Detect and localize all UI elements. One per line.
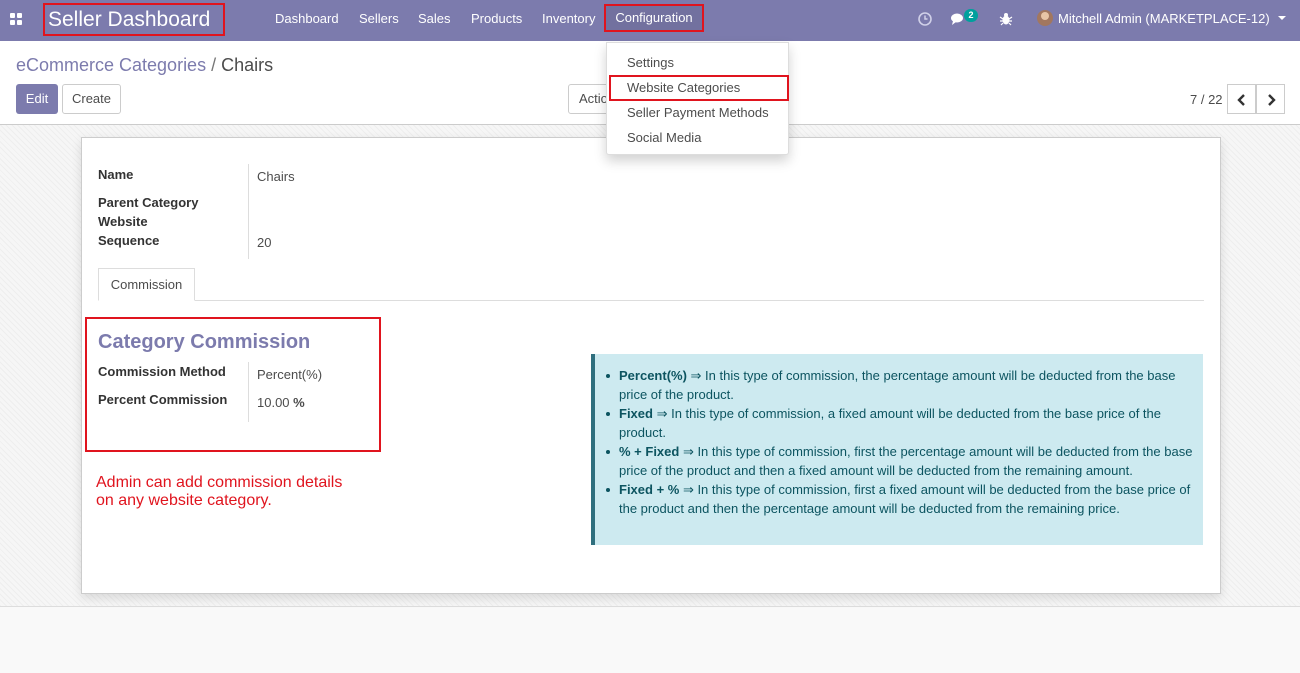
caret-down-icon[interactable] xyxy=(1278,16,1286,20)
user-avatar[interactable] xyxy=(1037,10,1053,26)
info-text: ⇒ In this type of commission, first the … xyxy=(619,444,1193,478)
field-separator xyxy=(248,164,249,259)
info-text: ⇒ In this type of commission, the percen… xyxy=(619,368,1176,402)
name-value: Chairs xyxy=(257,169,295,184)
percent-commission-label: Percent Commission xyxy=(98,392,228,407)
create-button[interactable]: Create xyxy=(62,84,121,114)
clock-icon[interactable] xyxy=(917,11,933,27)
info-item-fixed: Fixed ⇒ In this type of commission, a fi… xyxy=(606,404,1197,442)
bug-icon[interactable] xyxy=(998,11,1014,27)
menu-products[interactable]: Products xyxy=(471,0,522,41)
form-sheet: Name Chairs Parent Category Website Sequ… xyxy=(81,137,1221,594)
commission-info-box: Percent(%) ⇒ In this type of commission,… xyxy=(591,354,1203,545)
info-term: Fixed xyxy=(619,406,653,421)
info-text: ⇒ In this type of commission, a fixed am… xyxy=(619,406,1162,440)
sequence-label: Sequence xyxy=(98,233,160,248)
info-item-percent: Percent(%) ⇒ In this type of commission,… xyxy=(606,366,1197,404)
configuration-dropdown: Settings Website Categories Seller Payme… xyxy=(606,42,789,155)
name-label: Name xyxy=(98,167,134,182)
menu-configuration[interactable]: Configuration xyxy=(604,4,704,32)
info-term: Fixed + % xyxy=(619,482,680,497)
menu-dashboard[interactable]: Dashboard xyxy=(275,0,339,41)
parent-category-label: Parent Category xyxy=(98,195,199,210)
percent-unit: % xyxy=(293,395,305,410)
pager-next-button[interactable] xyxy=(1256,84,1285,114)
info-term: Percent(%) xyxy=(619,368,687,383)
chat-badge: 2 xyxy=(964,9,978,22)
info-item-fixed-percent: Fixed + % ⇒ In this type of commission, … xyxy=(606,480,1197,518)
apps-icon[interactable] xyxy=(10,13,23,26)
percent-amount: 10.00 xyxy=(257,395,290,410)
commission-info-list: Percent(%) ⇒ In this type of commission,… xyxy=(606,366,1197,518)
user-menu[interactable]: Mitchell Admin (MARKETPLACE-12) xyxy=(1058,11,1270,26)
commission-method-label: Commission Method xyxy=(98,364,226,379)
top-navbar: Seller Dashboard Dashboard Sellers Sales… xyxy=(0,0,1300,41)
annotation-note: Admin can add commission details on any … xyxy=(96,474,396,510)
tabs-divider xyxy=(98,300,1204,301)
pager-value[interactable]: 7 / 22 xyxy=(1190,92,1223,107)
tab-commission[interactable]: Commission xyxy=(98,268,195,301)
menu-item-settings[interactable]: Settings xyxy=(627,55,674,70)
annotation-line-1: Admin can add commission details xyxy=(96,474,343,491)
chevron-right-icon xyxy=(1268,94,1276,106)
info-term: % + Fixed xyxy=(619,444,680,459)
menu-item-social-media[interactable]: Social Media xyxy=(627,130,701,145)
breadcrumb-separator: / xyxy=(211,55,217,75)
menu-item-seller-payment-methods[interactable]: Seller Payment Methods xyxy=(627,105,769,120)
commission-method-value: Percent(%) xyxy=(257,367,323,382)
section-title: Category Commission xyxy=(98,331,311,353)
breadcrumb-parent[interactable]: eCommerce Categories xyxy=(16,55,206,75)
website-label: Website xyxy=(98,214,148,229)
menu-sellers[interactable]: Sellers xyxy=(359,0,399,41)
info-item-percent-fixed: % + Fixed ⇒ In this type of commission, … xyxy=(606,442,1197,480)
menu-sales[interactable]: Sales xyxy=(418,0,451,41)
commission-separator xyxy=(248,362,249,422)
edit-button[interactable]: Edit xyxy=(16,84,58,114)
breadcrumb-current: Chairs xyxy=(221,55,274,75)
percent-commission-value: 10.00 % xyxy=(257,395,305,410)
chevron-left-icon xyxy=(1237,94,1245,106)
website-categories-highlight xyxy=(609,75,789,101)
brand-title[interactable]: Seller Dashboard xyxy=(43,3,225,36)
breadcrumb: eCommerce Categories / Chairs xyxy=(16,55,273,76)
sequence-value: 20 xyxy=(257,235,272,250)
info-text: ⇒ In this type of commission, first a fi… xyxy=(619,482,1191,516)
pager-previous-button[interactable] xyxy=(1227,84,1256,114)
menu-inventory[interactable]: Inventory xyxy=(542,0,595,41)
annotation-line-2: on any website category. xyxy=(96,492,272,509)
